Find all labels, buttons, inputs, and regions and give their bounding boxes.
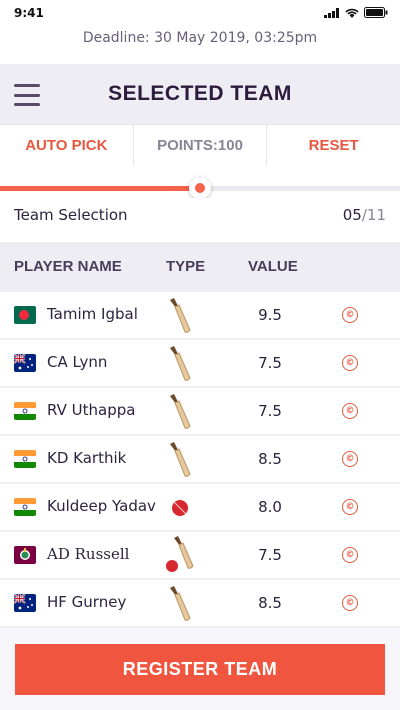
player-value: 8.0 (258, 498, 282, 516)
player-row[interactable]: CA Lynn 7.5 © (0, 340, 400, 388)
signal-icon (324, 7, 339, 18)
player-row[interactable]: HF Gurney 8.5 © (0, 580, 400, 628)
captain-c-icon[interactable]: © (342, 499, 358, 515)
player-row[interactable]: Kuldeep Yadav 8.0 © (0, 484, 400, 532)
player-name: KD Karthik (47, 449, 127, 467)
bangladesh-flag-icon (14, 306, 36, 324)
player-row[interactable]: RV Uthappa 7.5 © (0, 388, 400, 436)
wifi-icon (345, 8, 359, 18)
points-label: POINTS:100 (134, 125, 268, 167)
status-time: 9:41 (14, 6, 44, 20)
captain-c-icon[interactable]: © (342, 451, 358, 467)
register-team-button[interactable]: REGISTER TEAM (15, 644, 385, 695)
captain-c-icon[interactable]: © (342, 307, 358, 323)
player-row[interactable]: AD Russell 7.5 © (0, 532, 400, 580)
captain-c-icon[interactable]: © (342, 595, 358, 611)
india-flag-icon (14, 498, 36, 516)
team-selection-bar: Team Selection 05/11 (0, 198, 400, 242)
status-bar: 9:41 (0, 0, 400, 26)
app-header: SELECTED TEAM (0, 64, 400, 124)
india-flag-icon (14, 402, 36, 420)
bat-icon (160, 392, 200, 432)
column-type: TYPE (166, 258, 206, 275)
player-name: RV Uthappa (47, 401, 136, 419)
page-title: SELECTED TEAM (108, 82, 292, 105)
player-name: CA Lynn (47, 353, 108, 371)
action-tabs: AUTO PICK POINTS:100 RESET (0, 124, 400, 168)
selected-count: 05 (342, 206, 362, 224)
column-player-name: PLAYER NAME (14, 258, 122, 275)
india-flag-icon (14, 450, 36, 468)
status-icons (324, 7, 388, 18)
player-row[interactable]: KD Karthik 8.5 © (0, 436, 400, 484)
auto-pick-button[interactable]: AUTO PICK (0, 125, 134, 167)
bat-icon (160, 440, 200, 480)
reset-button[interactable]: RESET (267, 125, 400, 167)
player-name: Kuldeep Yadav (47, 497, 156, 515)
captain-c-icon[interactable]: © (342, 355, 358, 371)
team-selection-count: 05/11 (343, 206, 386, 224)
progress-knob[interactable] (189, 177, 211, 199)
selection-progress-bar[interactable] (0, 166, 400, 199)
deadline-text: Deadline: 30 May 2019, 03:25pm (0, 26, 400, 64)
ball-icon (160, 488, 200, 528)
player-value: 9.5 (258, 306, 282, 324)
player-name: Tamim Igbal (47, 305, 138, 323)
captain-c-icon[interactable]: © (342, 403, 358, 419)
bat-ball-icon (160, 536, 200, 576)
player-name: HF Gurney (47, 593, 127, 611)
player-value: 7.5 (258, 546, 282, 564)
bat-icon (160, 584, 200, 624)
total-count: /11 (361, 206, 386, 224)
column-value: VALUE (248, 258, 298, 275)
progress-fill (0, 186, 200, 191)
captain-c-icon[interactable]: © (342, 547, 358, 563)
table-header: PLAYER NAME TYPE VALUE (0, 242, 400, 292)
team-selection-label: Team Selection (14, 206, 128, 224)
player-value: 7.5 (258, 402, 282, 420)
battery-icon (364, 7, 388, 18)
australia-flag-icon (14, 354, 36, 372)
player-value: 8.5 (258, 450, 282, 468)
player-value: 7.5 (258, 354, 282, 372)
bat-icon (160, 296, 200, 336)
australia-flag-icon (14, 594, 36, 612)
west-indies-flag-icon (14, 546, 36, 564)
player-value: 8.5 (258, 594, 282, 612)
player-name: AD Russell (47, 545, 130, 563)
bat-icon (160, 344, 200, 384)
player-row[interactable]: Tamim Igbal 9.5 © (0, 292, 400, 340)
